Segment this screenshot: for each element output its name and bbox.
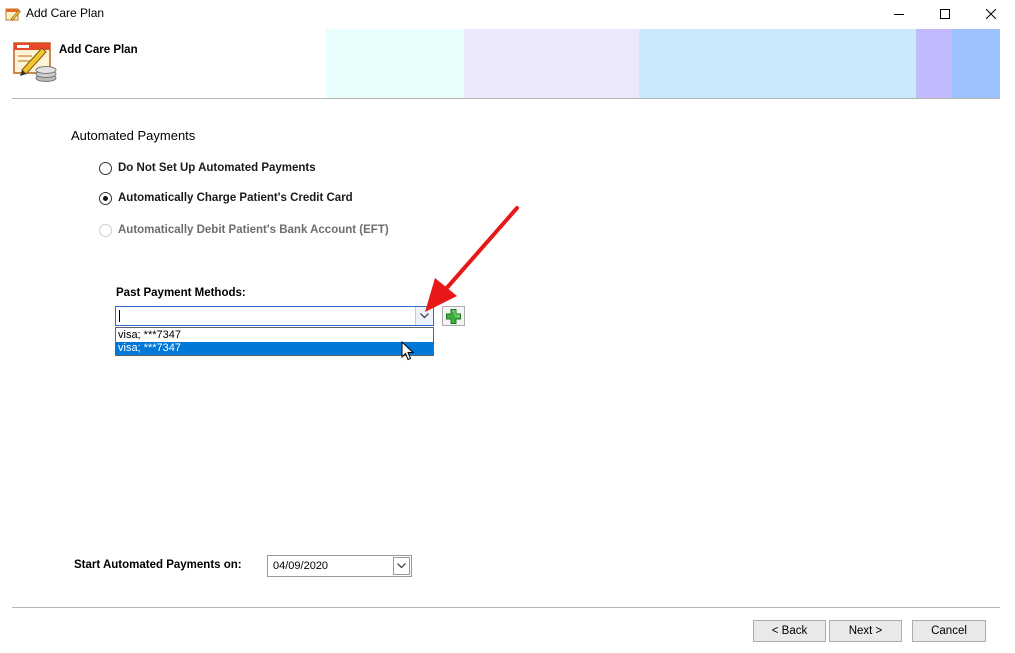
start-date-label: Start Automated Payments on: — [74, 559, 242, 571]
payment-methods-dropdown-list: visa; ***7347 visa; ***7347 — [115, 327, 434, 356]
radio-button[interactable] — [99, 161, 112, 175]
back-button[interactable]: < Back — [753, 620, 826, 642]
close-icon — [986, 9, 996, 19]
header-divider — [12, 98, 1000, 99]
minimize-icon — [894, 14, 904, 15]
dropdown-option[interactable]: visa; ***7347 — [116, 329, 433, 342]
dropdown-option-highlighted[interactable]: visa; ***7347 — [116, 342, 433, 355]
radio-label: Do Not Set Up Automated Payments — [118, 162, 316, 174]
radio-button[interactable] — [99, 191, 112, 205]
header-band — [952, 29, 1000, 98]
maximize-icon — [940, 9, 950, 19]
past-payment-methods-input[interactable] — [118, 309, 408, 323]
start-date-value: 04/09/2020 — [273, 560, 329, 572]
radio-button — [99, 223, 112, 237]
minimize-button[interactable] — [876, 0, 922, 28]
cancel-button[interactable]: Cancel — [912, 620, 986, 642]
next-button[interactable]: Next > — [829, 620, 902, 642]
footer-divider — [12, 607, 1000, 608]
maximize-button[interactable] — [922, 0, 968, 28]
radio-label: Automatically Debit Patient's Bank Accou… — [118, 224, 389, 236]
window-title: Add Care Plan — [26, 6, 105, 20]
radio-no-automated-payments[interactable]: Do Not Set Up Automated Payments — [99, 160, 316, 176]
header-band — [464, 29, 639, 98]
date-dropdown-button[interactable] — [393, 557, 410, 575]
radio-debit-bank-account: Automatically Debit Patient's Bank Accou… — [99, 222, 389, 238]
header-band — [326, 29, 464, 98]
care-plan-icon — [13, 42, 57, 82]
chevron-down-icon — [397, 563, 406, 569]
text-caret — [119, 310, 120, 322]
radio-label: Automatically Charge Patient's Credit Ca… — [118, 192, 353, 204]
mouse-cursor-icon — [401, 341, 415, 361]
section-title: Automated Payments — [71, 128, 196, 143]
radio-charge-credit-card[interactable]: Automatically Charge Patient's Credit Ca… — [99, 190, 353, 206]
title-bar — [0, 0, 1015, 28]
header-band — [916, 29, 952, 98]
app-icon — [5, 8, 21, 21]
start-date-picker[interactable]: 04/09/2020 — [267, 555, 412, 577]
close-button[interactable] — [968, 0, 1014, 28]
red-arrow-annotation — [425, 206, 519, 312]
past-payment-methods-combobox[interactable] — [115, 306, 434, 326]
past-payment-methods-label: Past Payment Methods: — [116, 287, 246, 299]
header-band — [639, 29, 916, 98]
page-title: Add Care Plan — [59, 44, 138, 56]
